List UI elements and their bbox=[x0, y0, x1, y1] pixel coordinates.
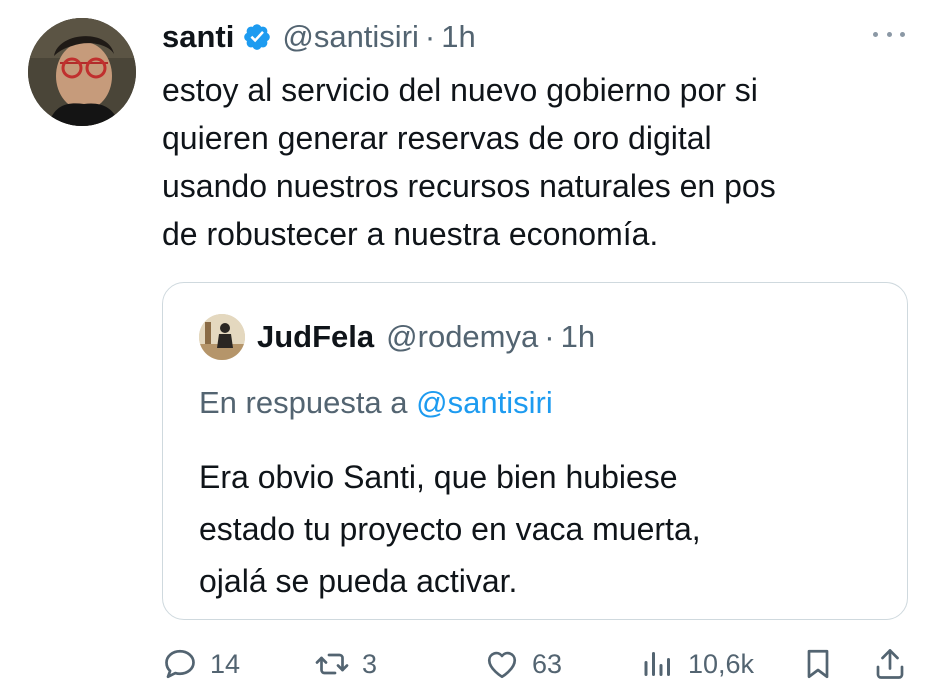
repost-count: 3 bbox=[362, 648, 378, 679]
reply-button[interactable]: 14 bbox=[162, 640, 240, 688]
reply-icon bbox=[162, 646, 198, 682]
reply-context: En respuesta a @santisiri bbox=[199, 385, 553, 421]
tweet-text-line: usando nuestros recursos naturales en po… bbox=[162, 168, 776, 204]
views-button[interactable]: 10,6k bbox=[640, 640, 754, 688]
bookmark-icon bbox=[800, 646, 836, 682]
tweet-text-line: estoy al servicio del nuevo gobierno por… bbox=[162, 72, 758, 108]
share-icon bbox=[872, 646, 908, 682]
quoted-tweet[interactable]: JudFela @rodemya · 1h En respuesta a @sa… bbox=[162, 282, 908, 620]
quoted-tweet-text: Era obvio Santi, que bien hubiese estado… bbox=[199, 451, 701, 607]
tweet-text-line: de robustecer a nuestra economía. bbox=[162, 216, 659, 252]
bookmark-button[interactable] bbox=[800, 640, 836, 688]
more-icon[interactable] bbox=[873, 24, 905, 44]
quoted-text-line: estado tu proyecto en vaca muerta, bbox=[199, 511, 701, 547]
separator-dot: · bbox=[424, 19, 436, 54]
like-icon bbox=[484, 646, 520, 682]
separator-dot: · bbox=[544, 319, 555, 354]
quoted-author-name[interactable]: JudFela bbox=[257, 319, 374, 355]
author-name[interactable]: santi bbox=[162, 19, 234, 55]
repost-button[interactable]: 3 bbox=[314, 640, 377, 688]
tweet-header: santi @santisiri · 1h bbox=[162, 14, 476, 60]
like-count: 63 bbox=[532, 648, 563, 679]
timestamp[interactable]: 1h bbox=[441, 19, 475, 55]
reply-mention-link[interactable]: @santisiri bbox=[416, 385, 553, 420]
quoted-text-line: ojalá se pueda activar. bbox=[199, 563, 518, 599]
quoted-author-handle[interactable]: @rodemya bbox=[386, 319, 538, 355]
author-handle[interactable]: @santisiri bbox=[282, 19, 419, 55]
reply-count: 14 bbox=[210, 648, 241, 679]
tweet: santi @santisiri · 1h estoy al servicio … bbox=[0, 0, 931, 700]
share-button[interactable] bbox=[872, 640, 908, 688]
verified-badge-icon bbox=[242, 22, 272, 52]
action-bar: 14 3 63 10,6k bbox=[162, 640, 912, 688]
quoted-tweet-header: JudFela @rodemya · 1h bbox=[199, 313, 595, 361]
reply-prefix: En respuesta a bbox=[199, 385, 408, 420]
tweet-text-line: quieren generar reservas de oro digital bbox=[162, 120, 712, 156]
avatar[interactable] bbox=[28, 18, 136, 126]
quoted-text-line: Era obvio Santi, que bien hubiese bbox=[199, 459, 678, 495]
tweet-text: estoy al servicio del nuevo gobierno por… bbox=[162, 66, 912, 258]
quoted-timestamp[interactable]: 1h bbox=[561, 319, 595, 355]
repost-icon bbox=[314, 646, 350, 682]
views-icon bbox=[640, 646, 676, 682]
views-count: 10,6k bbox=[688, 648, 755, 679]
like-button[interactable]: 63 bbox=[484, 640, 562, 688]
quoted-avatar[interactable] bbox=[199, 314, 245, 360]
